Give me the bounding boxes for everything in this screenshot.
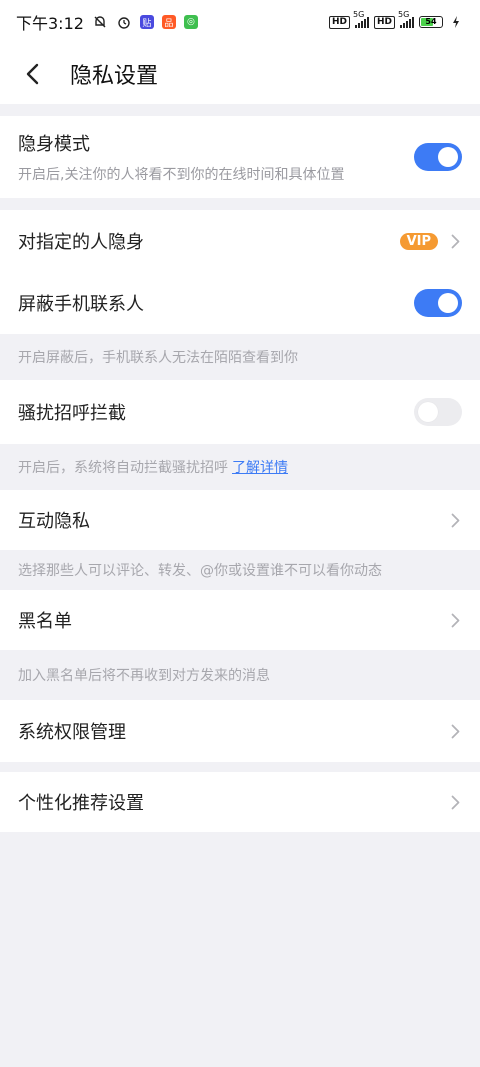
specific-stealth-row[interactable]: 对指定的人隐身 VIP xyxy=(0,210,480,272)
back-arrow-icon xyxy=(26,63,39,85)
system-permissions-title: 系统权限管理 xyxy=(18,722,126,743)
blacklist-note-text: 加入黑名单后将不再收到对方发来的消息 xyxy=(18,668,270,684)
back-button[interactable] xyxy=(0,44,64,104)
chevron-right-icon xyxy=(448,795,462,809)
status-time: 下午3:12 xyxy=(16,14,84,33)
stealth-mode-row: 隐身模式 开启后,关注你的人将看不到你的在线时间和具体位置 xyxy=(0,116,480,198)
interaction-privacy-note-text: 选择那些人可以评论、转发、@你或设置谁不可以看你动态 xyxy=(18,563,382,579)
charging-icon xyxy=(448,14,464,30)
block-contacts-title: 屏蔽手机联系人 xyxy=(18,294,144,315)
learn-more-link[interactable]: 了解详情 xyxy=(232,457,288,477)
system-permissions-row[interactable]: 系统权限管理 xyxy=(0,700,480,762)
chevron-right-icon xyxy=(448,513,462,527)
harass-block-title: 骚扰招呼拦截 xyxy=(18,403,126,424)
blacklist-row[interactable]: 黑名单 xyxy=(0,590,480,650)
signal-icon-2: 5G xyxy=(398,10,414,28)
vip-badge: VIP xyxy=(399,232,438,250)
status-bar: 下午3:12 贴 品 ◎ HD 5G HD 5G 54 xyxy=(0,0,480,44)
network-label-2: 5G xyxy=(398,10,410,19)
battery-level: 54 xyxy=(425,17,437,26)
network-label-1: 5G xyxy=(352,10,365,19)
block-contacts-toggle[interactable] xyxy=(414,289,462,317)
personalized-recommend-row[interactable]: 个性化推荐设置 xyxy=(0,772,480,832)
alarm-icon xyxy=(116,14,132,30)
signal-icon-1: 5G xyxy=(353,10,369,28)
blacklist-note: 加入黑名单后将不再收到对方发来的消息 xyxy=(0,650,480,700)
page-title: 隐私设置 xyxy=(70,64,159,89)
hd-badge-1: HD xyxy=(328,15,350,29)
blacklist-title: 黑名单 xyxy=(18,611,72,632)
block-contacts-row: 屏蔽手机联系人 xyxy=(0,272,480,334)
app-icon-3: ◎ xyxy=(183,15,198,29)
interaction-privacy-note: 选择那些人可以评论、转发、@你或设置谁不可以看你动态 xyxy=(0,550,480,590)
block-contacts-note: 开启屏蔽后，手机联系人无法在陌陌查看到你 xyxy=(0,334,480,380)
mute-bell-icon xyxy=(92,14,108,30)
block-contacts-note-text: 开启屏蔽后，手机联系人无法在陌陌查看到你 xyxy=(18,350,298,366)
harass-block-row: 骚扰招呼拦截 xyxy=(0,380,480,444)
specific-stealth-title: 对指定的人隐身 xyxy=(18,232,144,253)
hd-badge-2: HD xyxy=(373,15,395,29)
interaction-privacy-row[interactable]: 互动隐私 xyxy=(0,490,480,550)
stealth-mode-toggle[interactable] xyxy=(414,143,462,171)
stealth-mode-subtitle: 开启后,关注你的人将看不到你的在线时间和具体位置 xyxy=(18,167,345,183)
chevron-right-icon xyxy=(448,234,462,248)
personalized-recommend-title: 个性化推荐设置 xyxy=(18,793,144,814)
app-icon-1: 贴 xyxy=(139,15,154,29)
interaction-privacy-title: 互动隐私 xyxy=(18,511,90,532)
harass-block-note-text: 开启后，系统将自动拦截骚扰招呼 xyxy=(18,460,228,476)
page-header: 隐私设置 xyxy=(0,44,480,104)
battery-icon: 54 xyxy=(419,16,443,28)
stealth-mode-title: 隐身模式 xyxy=(18,134,90,155)
harass-block-note: 开启后，系统将自动拦截骚扰招呼 了解详情 xyxy=(0,444,480,490)
chevron-right-icon xyxy=(448,724,462,738)
harass-block-toggle[interactable] xyxy=(414,398,462,426)
app-icon-2: 品 xyxy=(161,15,176,29)
chevron-right-icon xyxy=(448,613,462,627)
